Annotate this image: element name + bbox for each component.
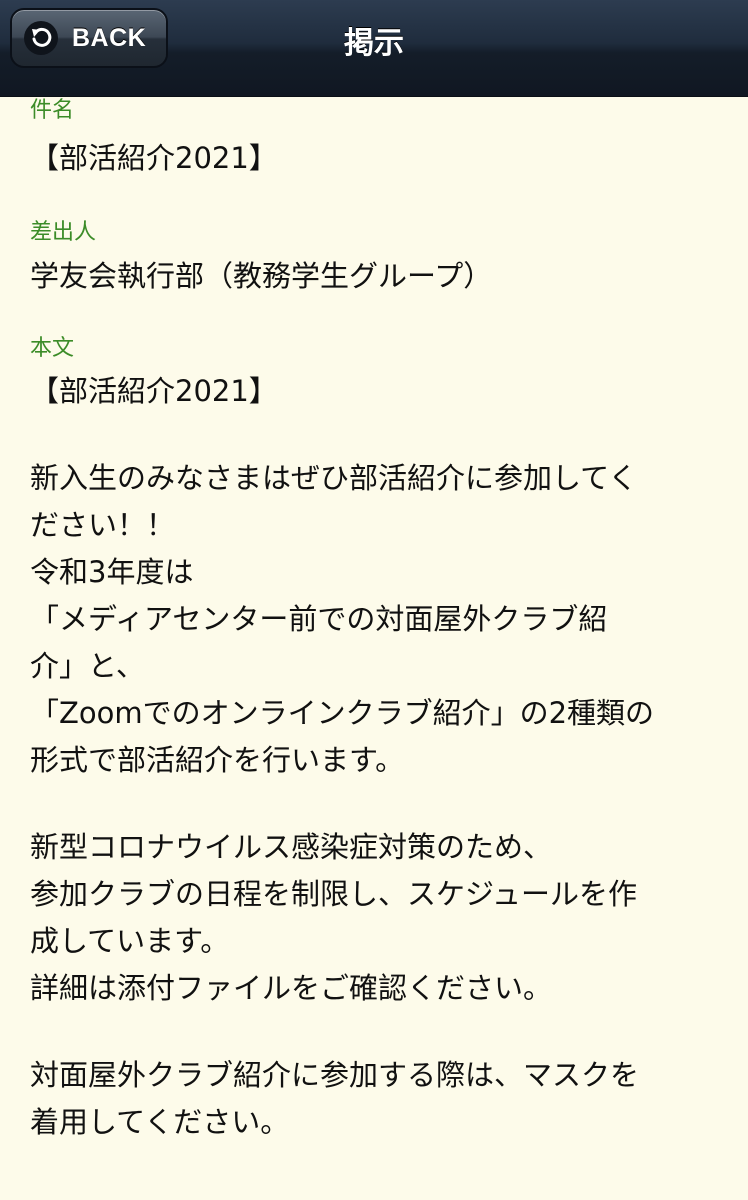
message-detail: 件名 【部活紹介2021】 差出人 学友会執行部（教務学生グループ） 本文 【部… — [30, 96, 720, 1146]
body-label: 本文 — [30, 336, 75, 361]
subject-section: 件名 【部活紹介2021】 — [30, 96, 720, 178]
body-paragraph: 新型コロナウイルス感染症対策のため、 参加クラブの日程を制限し、スケジュールを作… — [30, 830, 637, 1005]
sender-label: 差出人 — [30, 220, 97, 245]
back-button-label: BACK — [72, 23, 147, 52]
subject-label: 件名 — [30, 98, 75, 123]
body-paragraph: 対面屋外クラブ紹介に参加する際は、マスクを 着用してください。 — [30, 1058, 640, 1139]
nav-bar: BACK 掲示 — [0, 0, 748, 97]
body-paragraph: 新入生のみなさまはぜひ部活紹介に参加してく ださい！！ 令和3年度は 「メディア… — [30, 461, 655, 777]
sender-value: 学友会執行部（教務学生グループ） — [30, 259, 493, 293]
back-arrow-icon — [24, 21, 58, 55]
subject-value: 【部活紹介2021】 — [30, 141, 278, 175]
body-section: 本文 【部活紹介2021】 新入生のみなさまはぜひ部活紹介に参加してく ださい！… — [30, 334, 720, 1146]
sender-section: 差出人 学友会執行部（教務学生グループ） — [30, 218, 720, 296]
body-paragraph: 【部活紹介2021】 — [30, 374, 278, 408]
back-button[interactable]: BACK — [10, 8, 168, 68]
